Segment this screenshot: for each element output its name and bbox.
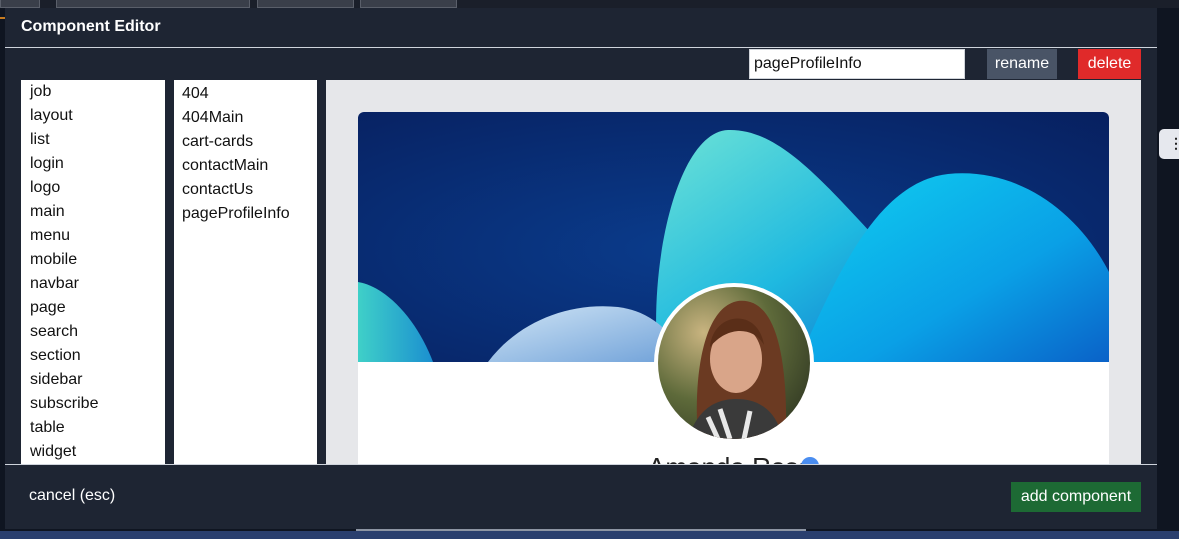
background-toolbar bbox=[0, 0, 1179, 8]
modal-title: Component Editor bbox=[21, 18, 161, 35]
rename-button[interactable]: rename bbox=[987, 49, 1057, 79]
category-item[interactable]: navbar bbox=[30, 274, 165, 298]
category-item[interactable]: mobile bbox=[30, 250, 165, 274]
component-editor-modal: Component Editor rename delete job layou… bbox=[5, 8, 1157, 529]
category-item[interactable]: layout bbox=[30, 106, 165, 130]
component-item[interactable]: contactMain bbox=[182, 156, 317, 180]
category-item[interactable]: list bbox=[30, 130, 165, 154]
component-item[interactable]: pageProfileInfo bbox=[182, 204, 317, 228]
category-item[interactable]: login bbox=[30, 154, 165, 178]
component-name-input[interactable] bbox=[749, 49, 965, 79]
cancel-button[interactable]: cancel (esc) bbox=[29, 487, 115, 505]
category-item[interactable]: sidebar bbox=[30, 370, 165, 394]
modal-footer: cancel (esc) add component bbox=[5, 464, 1157, 529]
category-item[interactable]: logo bbox=[30, 178, 165, 202]
vertical-dots-icon: ⋮ bbox=[1169, 135, 1179, 151]
background-bottom-bar bbox=[0, 531, 1179, 539]
profile-avatar-ring bbox=[654, 283, 814, 443]
background-select[interactable] bbox=[257, 0, 354, 8]
profile-name: Amanda Ross bbox=[648, 452, 811, 464]
component-item[interactable]: cart-cards bbox=[182, 132, 317, 156]
background-select[interactable] bbox=[360, 0, 457, 8]
category-item[interactable]: subscribe bbox=[30, 394, 165, 418]
component-item[interactable]: 404 bbox=[182, 84, 317, 108]
add-component-button[interactable]: add component bbox=[1011, 482, 1141, 512]
delete-button[interactable]: delete bbox=[1078, 49, 1141, 79]
category-item[interactable]: menu bbox=[30, 226, 165, 250]
profile-card: Amanda Ross bbox=[358, 112, 1109, 464]
component-item[interactable]: contactUs bbox=[182, 180, 317, 204]
modal-header: Component Editor bbox=[5, 8, 1157, 48]
category-item[interactable]: widget bbox=[30, 442, 165, 464]
category-item[interactable]: page bbox=[30, 298, 165, 322]
verified-badge-icon bbox=[801, 457, 819, 464]
category-item[interactable]: job bbox=[30, 82, 165, 106]
category-item[interactable]: section bbox=[30, 346, 165, 370]
background-select[interactable] bbox=[56, 0, 250, 8]
component-preview: Amanda Ross bbox=[326, 80, 1141, 464]
background-menu-button[interactable]: ⋮ bbox=[1159, 129, 1179, 159]
category-item[interactable]: table bbox=[30, 418, 165, 442]
component-list: 404 404Main cart-cards contactMain conta… bbox=[174, 80, 317, 464]
category-list: job layout list login logo main menu mob… bbox=[21, 80, 165, 464]
category-item[interactable]: main bbox=[30, 202, 165, 226]
avatar bbox=[658, 287, 810, 439]
component-item[interactable]: 404Main bbox=[182, 108, 317, 132]
background-select[interactable] bbox=[0, 0, 40, 8]
category-item[interactable]: search bbox=[30, 322, 165, 346]
